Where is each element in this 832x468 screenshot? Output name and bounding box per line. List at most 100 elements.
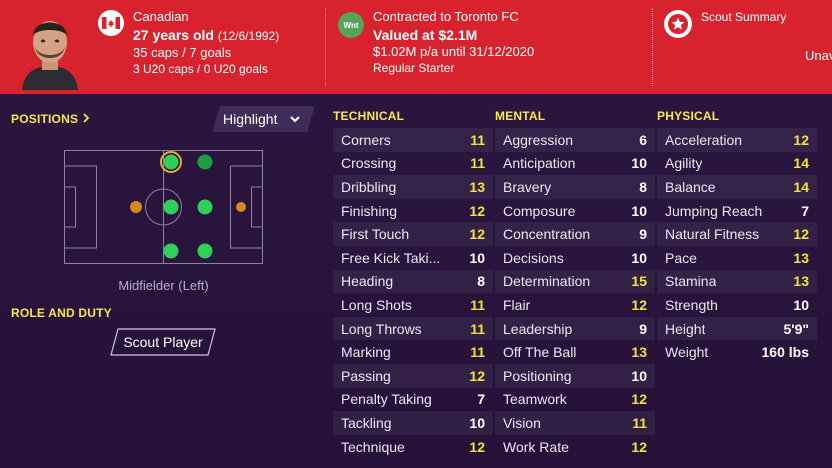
attribute-value: 12: [469, 367, 485, 384]
attribute-value: 10: [469, 249, 485, 266]
attribute-row[interactable]: Bravery 8: [495, 175, 655, 199]
attribute-row[interactable]: Acceleration 12: [657, 128, 817, 152]
canada-flag-icon: [98, 10, 124, 36]
attribute-name: Positioning: [503, 367, 572, 384]
highlight-dropdown[interactable]: Highlight: [212, 106, 315, 132]
attribute-name: Acceleration: [665, 131, 743, 148]
contract-text[interactable]: Contracted to Toronto FC: [373, 8, 534, 26]
attribute-value: 12: [793, 226, 809, 243]
availability-text: Unav: [805, 48, 832, 63]
squad-status-text: Regular Starter: [373, 61, 455, 75]
attribute-row[interactable]: Heading 8: [333, 269, 493, 294]
attribute-name: Passing: [341, 367, 391, 384]
attribute-row[interactable]: Balance 14: [657, 175, 817, 199]
attribute-row[interactable]: Anticipation 10: [495, 152, 655, 176]
attribute-row[interactable]: Passing 12: [333, 363, 493, 388]
attribute-row[interactable]: Dribbling 13: [333, 175, 493, 199]
attribute-value: 10: [631, 249, 647, 266]
position-marker-amc: [197, 199, 213, 215]
chevron-right-icon: [82, 112, 90, 126]
attribute-row[interactable]: Stamina 13: [657, 269, 817, 294]
contract-info: Contracted to Toronto FC Valued at $2.1M…: [373, 8, 534, 77]
attribute-name: Marking: [341, 344, 391, 361]
attribute-name: Work Rate: [503, 438, 569, 455]
attribute-name: Agility: [665, 155, 703, 172]
attribute-row[interactable]: Composure 10: [495, 199, 655, 223]
attribute-value: 12: [631, 438, 647, 455]
player-header: Canadian 27 years old (12/6/1992) 35 cap…: [0, 0, 832, 94]
attribute-row[interactable]: Work Rate 12: [495, 435, 655, 459]
attribute-value: 11: [470, 320, 485, 337]
player-avatar[interactable]: [14, 6, 86, 90]
attribute-row[interactable]: Strength 10: [657, 293, 817, 317]
attribute-value: 12: [631, 296, 647, 313]
attribute-value: 10: [469, 414, 485, 431]
attribute-name: Decisions: [503, 249, 564, 266]
attribute-name: Free Kick Taki...: [341, 249, 441, 266]
attribute-row[interactable]: Agility 14: [657, 152, 817, 176]
attribute-value: 11: [470, 344, 485, 361]
attribute-row[interactable]: Concentration 9: [495, 222, 655, 246]
attribute-value: 10: [793, 296, 809, 313]
attribute-row[interactable]: Long Throws 11: [333, 316, 493, 341]
attribute-value: 14: [793, 178, 809, 195]
attribute-row[interactable]: Determination 15: [495, 269, 655, 294]
attribute-row[interactable]: Teamwork 12: [495, 388, 655, 412]
attribute-row[interactable]: Flair 12: [495, 293, 655, 317]
attribute-row[interactable]: Technique 12: [333, 435, 493, 459]
attribute-value: 12: [793, 131, 809, 148]
age-text: 27 years old (12/6/1992): [133, 26, 279, 45]
attribute-row[interactable]: Crossing 11: [333, 152, 493, 176]
attribute-row[interactable]: Penalty Taking 7: [333, 388, 493, 412]
attribute-value: 12: [631, 391, 647, 408]
attribute-row[interactable]: Pace 13: [657, 246, 817, 270]
attribute-row[interactable]: Finishing 12: [333, 199, 493, 223]
nationality-text: Canadian: [133, 9, 189, 24]
attribute-name: Balance: [665, 178, 716, 195]
attribute-row[interactable]: Jumping Reach 7: [657, 199, 817, 223]
attribute-row[interactable]: Free Kick Taki... 10: [333, 246, 493, 270]
attribute-row[interactable]: First Touch 12: [333, 222, 493, 246]
attribute-value: 11: [470, 155, 485, 172]
club-badge-icon[interactable]: Wnt: [338, 12, 364, 38]
attribute-value: 5'9": [783, 320, 809, 337]
attribute-row[interactable]: Long Shots 11: [333, 293, 493, 317]
attribute-row[interactable]: Off The Ball 13: [495, 340, 655, 364]
attribute-row[interactable]: Corners 11: [333, 128, 493, 152]
attribute-name: Penalty Taking: [341, 391, 432, 408]
attribute-value: 11: [470, 296, 485, 313]
attribute-row[interactable]: Vision 11: [495, 411, 655, 435]
attribute-row[interactable]: Natural Fitness 12: [657, 222, 817, 246]
scout-player-button[interactable]: Scout Player: [110, 328, 216, 356]
attribute-row[interactable]: Weight 160 lbs: [657, 340, 817, 364]
attribute-row[interactable]: Decisions 10: [495, 246, 655, 270]
attribute-row[interactable]: Marking 11: [333, 340, 493, 364]
attribute-row[interactable]: Leadership 9: [495, 316, 655, 341]
star-icon[interactable]: [664, 10, 692, 38]
scout-summary[interactable]: Scout Summary: [701, 8, 786, 26]
attribute-value: 13: [793, 273, 809, 290]
attribute-name: Tackling: [341, 414, 392, 431]
positions-title[interactable]: POSITIONS: [11, 112, 90, 126]
attribute-name: Finishing: [341, 202, 398, 219]
attribute-value: 11: [470, 131, 485, 148]
attribute-name: Composure: [503, 202, 576, 219]
attribute-row[interactable]: Height 5'9": [657, 316, 817, 341]
technical-attributes: Corners 11 Crossing 11 Dribbling 13 Finishing 1…: [333, 128, 493, 458]
attribute-value: 160 lbs: [761, 344, 809, 361]
attribute-value: 8: [639, 178, 647, 195]
position-marker-dl: [163, 243, 179, 259]
attribute-value: 9: [639, 226, 647, 243]
attribute-value: 15: [631, 273, 647, 290]
attribute-row[interactable]: Tackling 10: [333, 411, 493, 435]
attribute-name: Heading: [341, 273, 394, 290]
header-divider: [652, 8, 653, 86]
attribute-row[interactable]: Positioning 10: [495, 363, 655, 388]
attribute-row[interactable]: Aggression 6: [495, 128, 655, 152]
position-marker-dm: [130, 201, 142, 213]
attribute-value: 10: [631, 155, 647, 172]
attribute-value: 10: [631, 367, 647, 384]
attribute-name: Teamwork: [503, 391, 567, 408]
attribute-value: 13: [631, 344, 647, 361]
attribute-name: Flair: [503, 296, 531, 313]
